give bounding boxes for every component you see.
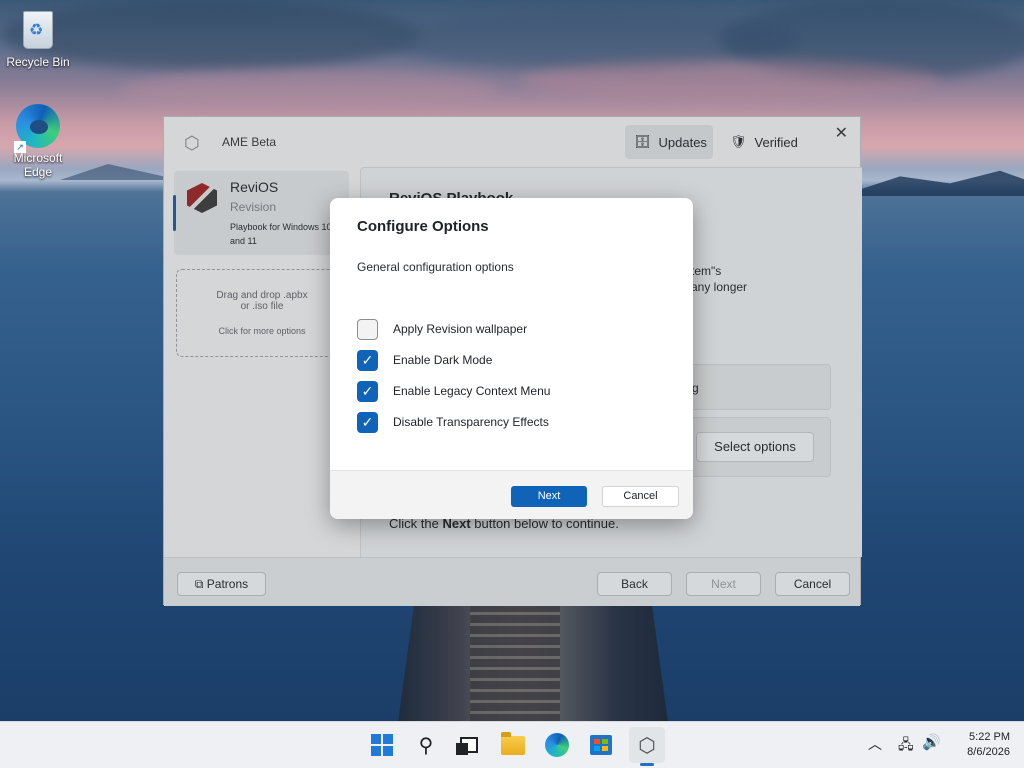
- external-link-icon: ⧉: [194, 577, 207, 591]
- updates-icon: 🗄: [634, 134, 651, 149]
- cancel-button[interactable]: Cancel: [775, 572, 850, 596]
- verified-button[interactable]: 🛡 Verified: [730, 125, 798, 159]
- content-card[interactable]: g: [681, 364, 831, 410]
- windows-logo-icon: [371, 734, 393, 756]
- option-label: Apply Revision wallpaper: [393, 322, 528, 336]
- playbook-icon: [187, 183, 217, 213]
- updates-label: Updates: [658, 134, 707, 150]
- ame-window-title: AME Beta: [222, 135, 277, 149]
- clock[interactable]: 5:22 PM 8/6/2026: [954, 730, 1010, 760]
- wallpaper-cloud: [520, 60, 940, 100]
- wallpaper-mountains: [60, 164, 180, 180]
- verified-label: Verified: [754, 134, 798, 150]
- drop-zone-more-options[interactable]: Click for more options: [177, 326, 347, 336]
- verified-shield-icon: 🛡: [730, 134, 747, 149]
- checkbox-checked[interactable]: ✓: [357, 380, 378, 402]
- option-label: Enable Legacy Context Menu: [393, 384, 551, 398]
- playbook-card[interactable]: ReviOS Revision Playbook for Windows 10 …: [173, 171, 349, 255]
- playbook-title: ReviOS: [230, 179, 279, 195]
- content-text: tem"s: [691, 264, 722, 278]
- wallpaper-cloud: [120, 70, 500, 110]
- select-options-button[interactable]: Select options: [696, 432, 814, 462]
- content-card-text: g: [692, 381, 699, 395]
- dialog-title: Configure Options: [357, 218, 489, 235]
- task-view-icon[interactable]: [455, 731, 483, 759]
- option-label: Disable Transparency Effects: [393, 415, 549, 429]
- desktop-icon-label: Recycle Bin: [6, 55, 70, 69]
- wallpaper-mountains: [840, 170, 1024, 196]
- network-icon[interactable]: 🖧: [898, 734, 914, 758]
- checkmark-icon: ✓: [361, 382, 374, 399]
- content-text: any longer: [691, 280, 748, 294]
- option-wallpaper[interactable]: Apply Revision wallpaper: [357, 318, 527, 340]
- checkbox-unchecked[interactable]: [357, 318, 378, 340]
- checkmark-icon: ✓: [361, 413, 374, 430]
- chevron-up-icon[interactable]: ︿: [868, 734, 882, 754]
- store-icon[interactable]: [587, 731, 615, 759]
- ame-logo-icon: ⬡: [184, 133, 200, 153]
- desktop-icon-recycle-bin[interactable]: Recycle Bin: [6, 8, 70, 69]
- desktop-icon-label: Microsoft Edge: [13, 151, 63, 179]
- search-icon[interactable]: ⚲: [412, 731, 440, 759]
- next-button-disabled[interactable]: Next: [686, 572, 761, 596]
- playbook-description: Playbook for Windows 10 and 11: [230, 222, 332, 246]
- dialog-subtitle: General configuration options: [357, 260, 514, 274]
- configure-options-dialog: Configure Options General configuration …: [330, 198, 693, 519]
- edge-taskbar-icon[interactable]: [543, 731, 571, 759]
- dialog-next-button[interactable]: Next: [511, 486, 587, 507]
- patrons-button[interactable]: ⧉ Patrons: [177, 572, 266, 596]
- taskbar: ⚲ ⬡ ︿ 🖧 🔊 5:22 PM 8/6/2026: [0, 721, 1024, 768]
- file-explorer-icon[interactable]: [499, 731, 527, 759]
- drop-zone-line2: or .iso file: [240, 301, 284, 312]
- drop-zone[interactable]: Drag and drop .apbx or .iso file Click f…: [176, 269, 348, 357]
- checkmark-icon: ✓: [361, 351, 374, 368]
- dialog-footer: Next Cancel: [330, 470, 693, 519]
- wallpaper-pier-steps: [470, 604, 560, 722]
- option-label: Enable Dark Mode: [393, 353, 493, 367]
- updates-button[interactable]: 🗄 Updates: [625, 125, 713, 159]
- drop-zone-line1: Drag and drop .apbx: [216, 290, 308, 301]
- close-icon[interactable]: ✕: [835, 123, 848, 143]
- clock-date: 8/6/2026: [967, 746, 1010, 758]
- checkbox-checked[interactable]: ✓: [357, 411, 378, 433]
- ame-taskbar-icon[interactable]: ⬡: [629, 727, 665, 763]
- shortcut-arrow-icon: ↗: [14, 141, 26, 153]
- ame-footer: ⧉ Patrons Back Next Cancel: [164, 557, 860, 606]
- start-button[interactable]: [368, 731, 396, 759]
- option-legacy-context-menu[interactable]: ✓ Enable Legacy Context Menu: [357, 380, 550, 402]
- checkbox-checked[interactable]: ✓: [357, 349, 378, 371]
- option-dark-mode[interactable]: ✓ Enable Dark Mode: [357, 349, 492, 371]
- selected-indicator: [173, 195, 176, 231]
- clock-time: 5:22 PM: [969, 731, 1010, 743]
- dialog-cancel-button[interactable]: Cancel: [602, 486, 679, 507]
- active-app-indicator: [640, 763, 654, 766]
- patrons-label: Patrons: [206, 577, 249, 591]
- playbook-subtitle: Revision: [230, 200, 277, 214]
- back-button[interactable]: Back: [597, 572, 672, 596]
- recycle-bin-icon: [16, 8, 60, 52]
- ame-titlebar: ⬡ AME Beta 🗄 Updates 🛡 Verified ✕: [164, 117, 860, 167]
- volume-icon[interactable]: 🔊: [922, 733, 941, 751]
- option-transparency[interactable]: ✓ Disable Transparency Effects: [357, 411, 549, 433]
